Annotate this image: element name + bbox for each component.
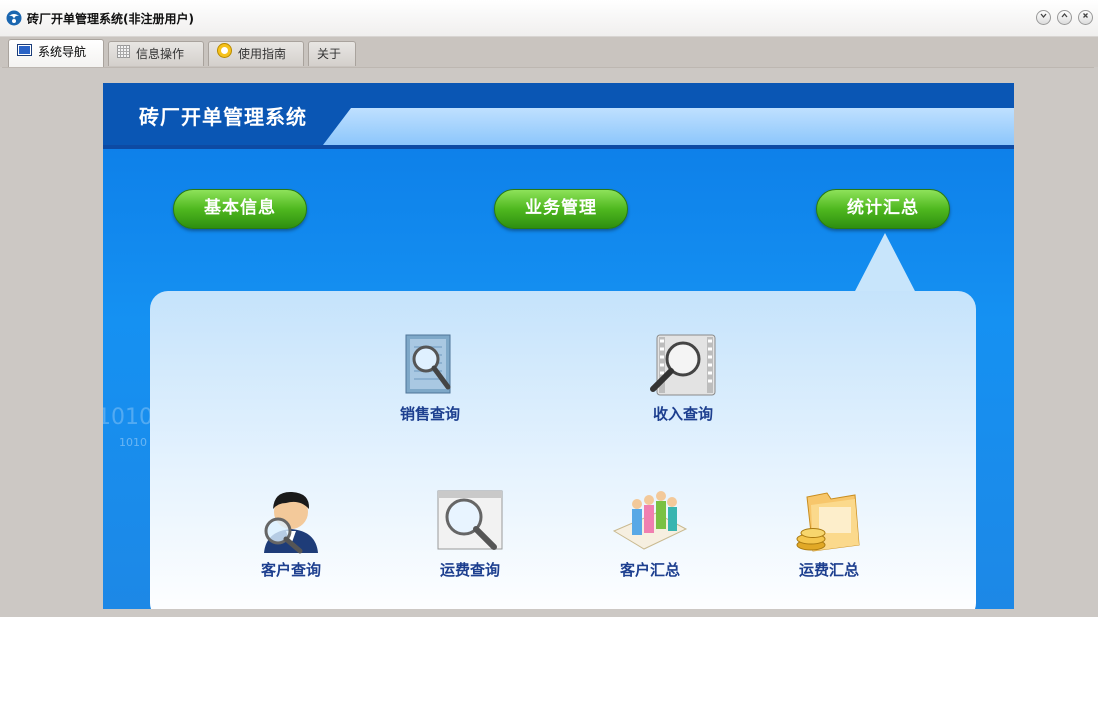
tab-label: 关于	[317, 47, 342, 61]
background-binary-text-small: 1010	[119, 436, 147, 449]
freight-summary-item[interactable]: 运费汇总	[769, 487, 889, 580]
film-search-icon	[623, 333, 743, 399]
user-search-icon	[231, 487, 351, 555]
customer-summary-item[interactable]: 客户汇总	[590, 487, 710, 580]
chevron-down-icon	[1039, 13, 1048, 23]
bubble-pointer	[853, 233, 917, 295]
window-title: 砖厂开单管理系统(非注册用户)	[27, 12, 194, 26]
function-label: 客户查询	[260, 561, 321, 579]
system-title: 砖厂开单管理系统	[139, 105, 307, 129]
tab-label: 系统导航	[38, 45, 87, 59]
maximize-button[interactable]	[1057, 10, 1072, 25]
close-icon	[1081, 13, 1090, 23]
tab-label: 使用指南	[238, 47, 287, 61]
document-search-icon	[370, 333, 490, 399]
business-management-button[interactable]: 业务管理	[494, 189, 628, 229]
freight-query-item[interactable]: 运费查询	[410, 487, 530, 580]
background-binary-text: 1010	[103, 405, 153, 430]
grid-icon	[117, 42, 130, 66]
function-label: 收入查询	[652, 405, 713, 423]
tab-system-navigation[interactable]: 系统导航	[8, 39, 104, 67]
folder-coins-icon	[769, 487, 889, 555]
sales-query-item[interactable]: 销售查询	[370, 333, 490, 424]
function-label: 运费汇总	[798, 561, 859, 579]
title-bar: 砖厂开单管理系统(非注册用户)	[0, 0, 1098, 37]
monitor-icon	[17, 40, 32, 64]
close-button[interactable]	[1078, 10, 1093, 25]
function-label: 客户汇总	[619, 561, 680, 579]
chevron-up-icon	[1060, 12, 1069, 23]
navigation-panel: 砖厂开单管理系统 1010 1010 基本信息 业务管理 统计汇总 销售查询 收…	[103, 83, 1014, 609]
tab-about[interactable]: 关于	[308, 41, 356, 66]
help-icon	[217, 42, 232, 66]
window-search-icon	[410, 487, 530, 555]
people-chart-icon	[590, 487, 710, 555]
basic-info-button[interactable]: 基本信息	[173, 189, 307, 229]
income-query-item[interactable]: 收入查询	[623, 333, 743, 424]
statistics-summary-button[interactable]: 统计汇总	[816, 189, 950, 229]
tab-user-guide[interactable]: 使用指南	[208, 41, 304, 66]
tab-info-operation[interactable]: 信息操作	[108, 41, 204, 66]
minimize-button[interactable]	[1036, 10, 1051, 25]
function-label: 销售查询	[399, 405, 460, 423]
app-logo-icon	[6, 10, 22, 26]
tab-label: 信息操作	[136, 47, 185, 61]
header-divider	[103, 145, 1014, 149]
customer-query-item[interactable]: 客户查询	[231, 487, 351, 580]
header-stripe	[323, 108, 1014, 145]
function-label: 运费查询	[439, 561, 500, 579]
tab-bar: 系统导航 信息操作 使用指南 关于	[0, 37, 1098, 67]
